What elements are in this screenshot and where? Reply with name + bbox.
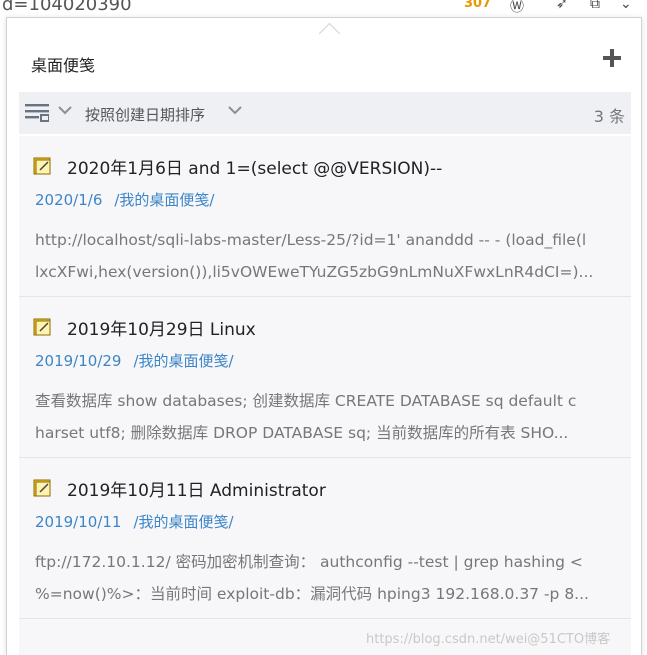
note-icon <box>33 318 51 336</box>
sort-dropdown[interactable]: 按照创建日期排序 <box>85 104 205 125</box>
note-title: 2019年10月11日 Administrator <box>67 481 326 501</box>
note-preview-line: 查看数据库 show databases; 创建数据库 CREATE DATAB… <box>35 392 577 410</box>
pin-icon[interactable]: ➶ <box>556 0 568 12</box>
panel-title: 桌面便笺 <box>31 56 96 75</box>
note-preview-line: %=now()%>：当前时间 exploit-db：漏洞代码 hping3 19… <box>35 585 589 603</box>
note-preview-line: harset utf8; 删除数据库 DROP DATABASE sq; 当前数… <box>35 424 569 442</box>
note-icon <box>33 479 51 497</box>
watermark: https://blog.csdn.net/wei@51CTO博客 <box>366 632 611 647</box>
note-meta: 2019/10/11/我的桌面便笺/ <box>35 511 234 532</box>
view-chevron-down-icon[interactable] <box>57 102 73 122</box>
background-url-fragment: d=104020390 <box>2 0 132 15</box>
background-badge: 307 <box>464 0 492 11</box>
note-date: 2019/10/29 <box>35 352 122 370</box>
note-icon <box>33 157 51 175</box>
note-preview-line: lxcXFwi,hex(version()),li5vOWEweTYuZG5zb… <box>35 263 594 281</box>
background-app-strip: d=104020390 307 Ⓦ ➶ ⧉ ⌄ <box>0 0 647 18</box>
add-note-button[interactable] <box>603 48 623 68</box>
note-preview-line: ftp://172.10.1.12/ 密码加密机制查询： authconfig … <box>35 553 583 571</box>
note-preview: ftp://172.10.1.12/ 密码加密机制查询： authconfig … <box>35 546 619 610</box>
note-preview: http://localhost/sqli-labs-master/Less-2… <box>35 224 619 288</box>
list-view-icon[interactable] <box>25 103 49 123</box>
sort-chevron-down-icon[interactable] <box>227 102 243 122</box>
window-icon[interactable]: ⧉ <box>590 0 600 12</box>
note-folder-link[interactable]: /我的桌面便笺/ <box>133 352 233 370</box>
note-item[interactable]: 2019年10月29日 Linux 2019/10/29/我的桌面便笺/ 查看数… <box>19 297 631 458</box>
wordpress-icon[interactable]: Ⓦ <box>510 0 524 16</box>
note-title: 2019年10月29日 Linux <box>67 320 256 340</box>
note-date: 2020/1/6 <box>35 191 103 209</box>
sort-toolbar: 按照创建日期排序 3 条 <box>19 92 631 134</box>
chevron-down-icon[interactable]: ⌄ <box>620 0 632 12</box>
note-preview-line: http://localhost/sqli-labs-master/Less-2… <box>35 231 587 249</box>
desktop-notes-page: d=104020390 307 Ⓦ ➶ ⧉ ⌄ 桌面便笺 按照创建日期排序 3 … <box>0 0 647 655</box>
note-folder-link[interactable]: /我的桌面便笺/ <box>114 191 214 209</box>
desktop-notes-panel: 桌面便笺 按照创建日期排序 3 条 2020年1月6日 and 1=(selec… <box>6 17 642 655</box>
note-meta: 2019/10/29/我的桌面便笺/ <box>35 350 234 371</box>
note-item[interactable]: 2020年1月6日 and 1=(select @@VERSION)-- 202… <box>19 136 631 297</box>
note-preview: 查看数据库 show databases; 创建数据库 CREATE DATAB… <box>35 385 619 449</box>
note-meta: 2020/1/6/我的桌面便笺/ <box>35 189 214 210</box>
note-title: 2020年1月6日 and 1=(select @@VERSION)-- <box>67 159 443 179</box>
note-count: 3 条 <box>593 107 625 126</box>
note-folder-link[interactable]: /我的桌面便笺/ <box>133 513 233 531</box>
note-date: 2019/10/11 <box>35 513 122 531</box>
note-item[interactable]: 2019年10月11日 Administrator 2019/10/11/我的桌… <box>19 458 631 619</box>
